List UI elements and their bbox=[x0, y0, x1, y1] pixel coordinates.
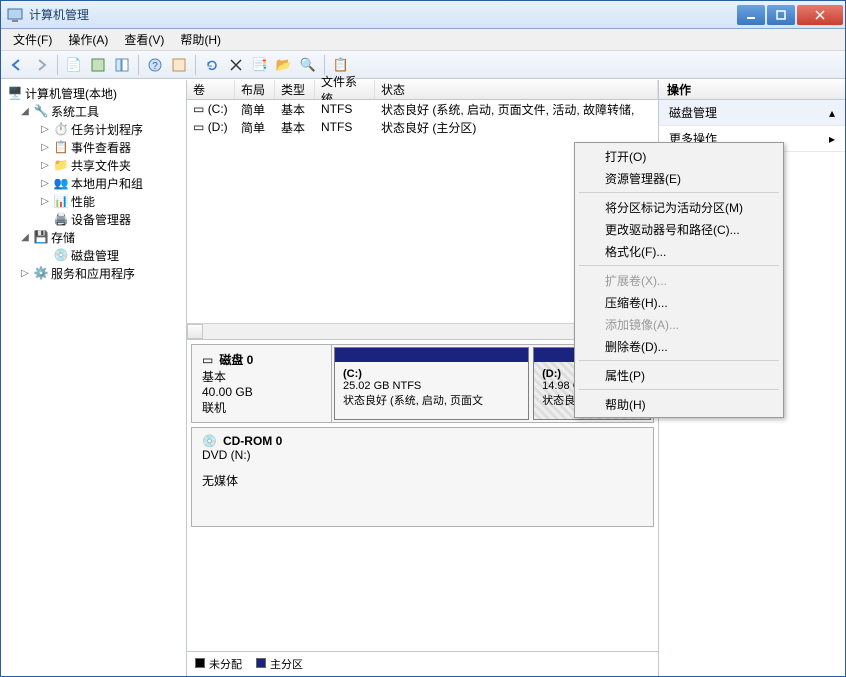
list-icon[interactable]: 📋 bbox=[331, 55, 351, 75]
cdrom-info[interactable]: 💿 CD-ROM 0 DVD (N:) 无媒体 bbox=[192, 428, 332, 526]
tree-local-users[interactable]: ▷👥本地用户和组 bbox=[1, 174, 186, 192]
expand-icon[interactable]: ▷ bbox=[39, 178, 51, 189]
expand-icon[interactable]: ▷ bbox=[19, 268, 31, 279]
actions-section-disk[interactable]: 磁盘管理 ▴ bbox=[659, 100, 845, 126]
disk-icon: 💿 bbox=[53, 247, 69, 263]
back-button[interactable] bbox=[7, 55, 27, 75]
partition-header bbox=[335, 348, 528, 362]
forward-button[interactable] bbox=[31, 55, 51, 75]
nav-tree: 🖥️计算机管理(本地) ◢🔧系统工具 ▷⏱️任务计划程序 ▷📋事件查看器 ▷📁共… bbox=[1, 80, 187, 676]
menu-open[interactable]: 打开(O) bbox=[577, 145, 781, 167]
menu-explorer[interactable]: 资源管理器(E) bbox=[577, 167, 781, 189]
col-volume[interactable]: 卷 bbox=[187, 80, 235, 99]
window-title: 计算机管理 bbox=[29, 6, 735, 23]
svg-text:?: ? bbox=[152, 61, 158, 72]
col-status[interactable]: 状态 bbox=[375, 80, 658, 99]
menubar: 文件(F) 操作(A) 查看(V) 帮助(H) bbox=[1, 29, 845, 51]
tree-device-manager[interactable]: 🖨️设备管理器 bbox=[1, 210, 186, 228]
tree-disk-management[interactable]: 💿磁盘管理 bbox=[1, 246, 186, 264]
menu-extend: 扩展卷(X)... bbox=[577, 269, 781, 291]
expand-icon[interactable]: ▷ bbox=[39, 124, 51, 135]
share-icon: 📁 bbox=[53, 157, 69, 173]
tree-performance[interactable]: ▷📊性能 bbox=[1, 192, 186, 210]
collapse-icon[interactable]: ◢ bbox=[19, 106, 31, 117]
view-icon[interactable] bbox=[169, 55, 189, 75]
minimize-button[interactable] bbox=[737, 5, 765, 25]
arrow-right-icon: ▸ bbox=[829, 132, 835, 146]
maximize-button[interactable] bbox=[767, 5, 795, 25]
legend: 未分配 主分区 bbox=[187, 651, 658, 676]
cdrom-block: 💿 CD-ROM 0 DVD (N:) 无媒体 bbox=[191, 427, 654, 527]
drive-icon: ▭ bbox=[193, 102, 204, 116]
close-button[interactable] bbox=[797, 5, 843, 25]
clock-icon: ⏱️ bbox=[53, 121, 69, 137]
tools-icon: 🔧 bbox=[33, 103, 49, 119]
context-menu: 打开(O) 资源管理器(E) 将分区标记为活动分区(M) 更改驱动器号和路径(C… bbox=[574, 142, 784, 418]
settings-icon[interactable]: 📑 bbox=[250, 55, 270, 75]
device-icon: 🖨️ bbox=[53, 211, 69, 227]
collapse-icon: ▴ bbox=[829, 106, 835, 120]
menu-file[interactable]: 文件(F) bbox=[5, 29, 60, 50]
col-filesystem[interactable]: 文件系统 bbox=[315, 80, 375, 99]
toolbar: 📄 ? 📑 📂 🔍 📋 bbox=[1, 51, 845, 79]
properties-icon[interactable] bbox=[88, 55, 108, 75]
refresh-icon[interactable] bbox=[202, 55, 222, 75]
expand-icon[interactable]: ▷ bbox=[39, 142, 51, 153]
tree-task-scheduler[interactable]: ▷⏱️任务计划程序 bbox=[1, 120, 186, 138]
col-type[interactable]: 类型 bbox=[275, 80, 315, 99]
users-icon: 👥 bbox=[53, 175, 69, 191]
delete-icon[interactable] bbox=[226, 55, 246, 75]
disk-0-info[interactable]: ▭ 磁盘 0 基本 40.00 GB 联机 bbox=[192, 345, 332, 422]
tree-shared-folders[interactable]: ▷📁共享文件夹 bbox=[1, 156, 186, 174]
tree-storage[interactable]: ◢💾存储 bbox=[1, 228, 186, 246]
disk-icon: ▭ bbox=[202, 353, 213, 367]
expand-icon[interactable]: ▷ bbox=[39, 196, 51, 207]
cdrom-icon: 💿 bbox=[202, 434, 217, 448]
perf-icon: 📊 bbox=[53, 193, 69, 209]
legend-primary: 主分区 bbox=[256, 656, 303, 672]
legend-unallocated: 未分配 bbox=[195, 656, 242, 672]
tree-services[interactable]: ▷⚙️服务和应用程序 bbox=[1, 264, 186, 282]
menu-shrink[interactable]: 压缩卷(H)... bbox=[577, 291, 781, 313]
services-icon: ⚙️ bbox=[33, 265, 49, 281]
menu-help[interactable]: 帮助(H) bbox=[577, 393, 781, 415]
menu-format[interactable]: 格式化(F)... bbox=[577, 240, 781, 262]
storage-icon: 💾 bbox=[33, 229, 49, 245]
menu-properties[interactable]: 属性(P) bbox=[577, 364, 781, 386]
search-icon[interactable]: 🔍 bbox=[298, 55, 318, 75]
partition-c[interactable]: (C:) 25.02 GB NTFS 状态良好 (系统, 启动, 页面文 bbox=[334, 347, 529, 420]
volume-list-header: 卷 布局 类型 文件系统 状态 bbox=[187, 80, 658, 100]
folder-icon[interactable]: 📂 bbox=[274, 55, 294, 75]
help-icon[interactable]: ? bbox=[145, 55, 165, 75]
tree-root[interactable]: 🖥️计算机管理(本地) bbox=[1, 84, 186, 102]
up-icon[interactable]: 📄 bbox=[64, 55, 84, 75]
menu-view[interactable]: 查看(V) bbox=[116, 29, 172, 50]
col-layout[interactable]: 布局 bbox=[235, 80, 275, 99]
menu-change-drive[interactable]: 更改驱动器号和路径(C)... bbox=[577, 218, 781, 240]
titlebar[interactable]: 计算机管理 bbox=[1, 1, 845, 29]
menu-help[interactable]: 帮助(H) bbox=[172, 29, 229, 50]
menu-delete[interactable]: 删除卷(D)... bbox=[577, 335, 781, 357]
tree-system-tools[interactable]: ◢🔧系统工具 bbox=[1, 102, 186, 120]
app-icon bbox=[7, 7, 23, 23]
menu-action[interactable]: 操作(A) bbox=[60, 29, 116, 50]
volume-row-c[interactable]: ▭ (C:) 简单 基本 NTFS 状态良好 (系统, 启动, 页面文件, 活动… bbox=[187, 100, 658, 118]
collapse-icon[interactable]: ◢ bbox=[19, 232, 31, 243]
volume-row-d[interactable]: ▭ (D:) 简单 基本 NTFS 状态良好 (主分区) bbox=[187, 118, 658, 136]
actions-header: 操作 bbox=[659, 80, 845, 100]
show-hide-icon[interactable] bbox=[112, 55, 132, 75]
tree-event-viewer[interactable]: ▷📋事件查看器 bbox=[1, 138, 186, 156]
computer-icon: 🖥️ bbox=[7, 85, 23, 101]
menu-mark-active[interactable]: 将分区标记为活动分区(M) bbox=[577, 196, 781, 218]
event-icon: 📋 bbox=[53, 139, 69, 155]
drive-icon: ▭ bbox=[193, 120, 204, 134]
expand-icon[interactable]: ▷ bbox=[39, 160, 51, 171]
menu-mirror: 添加镜像(A)... bbox=[577, 313, 781, 335]
